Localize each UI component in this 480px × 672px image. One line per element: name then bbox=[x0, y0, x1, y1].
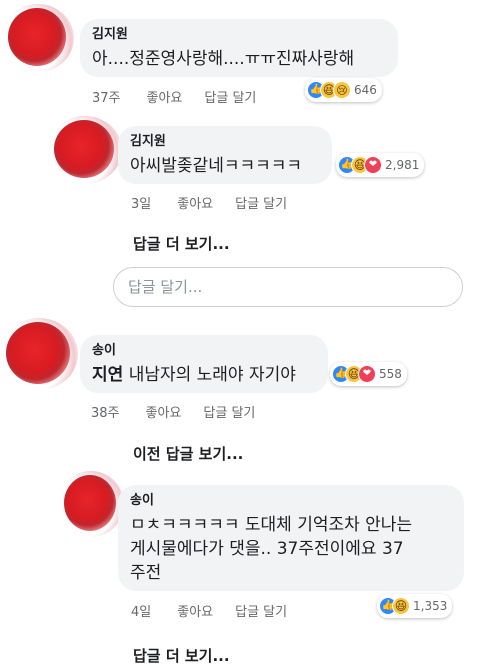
reaction-summary[interactable]: 👍 😆 ❤ 558 bbox=[330, 362, 407, 386]
reaction-count: 2,981 bbox=[385, 158, 420, 172]
like-button[interactable]: 좋아요 bbox=[147, 87, 183, 106]
comment-timestamp[interactable]: 4일 bbox=[131, 601, 151, 620]
comment-text: 지연 내남자의 노래야 자기야 bbox=[92, 363, 316, 387]
comment-author[interactable]: 김지원 bbox=[92, 27, 386, 43]
avatar[interactable] bbox=[58, 471, 124, 537]
comment-timestamp[interactable]: 3일 bbox=[131, 193, 151, 212]
love-reaction-icon: ❤ bbox=[358, 365, 376, 383]
sad-reaction-icon: 😢 bbox=[333, 81, 351, 99]
comment-text-body: 내남자의 노래야 자기야 bbox=[128, 365, 296, 385]
reaction-summary[interactable]: 👍 😆 1,353 bbox=[377, 594, 453, 618]
comment-text: 아씨발좆같네ㅋㅋㅋㅋㅋ bbox=[130, 156, 303, 176]
reaction-count: 558 bbox=[379, 367, 402, 381]
reply-button[interactable]: 답글 달기 bbox=[235, 193, 287, 212]
comment-actions: 3일 좋아요 답글 달기 bbox=[131, 193, 309, 212]
reply-button[interactable]: 답글 달기 bbox=[235, 601, 287, 620]
comment-timestamp[interactable]: 38주 bbox=[91, 402, 120, 421]
comment-bubble: 김지원 아....정준영사랑해....ㅠㅠ진짜사랑해 bbox=[80, 19, 398, 77]
comment-timestamp[interactable]: 37주 bbox=[92, 87, 121, 106]
reply-button[interactable]: 답글 달기 bbox=[203, 402, 255, 421]
like-button[interactable]: 좋아요 bbox=[177, 601, 213, 620]
avatar[interactable] bbox=[0, 318, 78, 390]
view-more-replies-link[interactable]: 답글 더 보기... bbox=[133, 645, 230, 666]
love-reaction-icon: ❤ bbox=[364, 156, 382, 174]
comment-actions: 4일 좋아요 답글 달기 bbox=[131, 601, 309, 620]
comment-text: 아....정준영사랑해....ㅠㅠ진짜사랑해 bbox=[92, 49, 355, 69]
comment-author[interactable]: 김지원 bbox=[130, 134, 320, 150]
comment-text-line: ㅁㅊㅋㅋㅋㅋㅋ 도대체 기억조차 안나는 bbox=[130, 515, 413, 535]
comment-text: ㅁㅊㅋㅋㅋㅋㅋ 도대체 기억조차 안나는 게시물에다가 댓을.. 37주전이에요… bbox=[130, 513, 452, 585]
comment-actions: 38주 좋아요 답글 달기 bbox=[91, 402, 277, 421]
like-button[interactable]: 좋아요 bbox=[146, 402, 182, 421]
reply-input[interactable]: 답글 달기... bbox=[113, 267, 463, 307]
reaction-count: 646 bbox=[354, 83, 377, 97]
view-previous-replies-link[interactable]: 이전 답글 보기... bbox=[133, 443, 243, 464]
comment-actions: 37주 좋아요 답글 달기 bbox=[92, 87, 278, 106]
comment-text-line: 주전 bbox=[130, 563, 162, 583]
comment-text-line: 게시물에다가 댓을.. 37주전이에요 37 bbox=[130, 539, 404, 559]
reaction-summary[interactable]: 👍 😆 😢 646 bbox=[305, 78, 382, 102]
haha-reaction-icon: 😆 bbox=[392, 597, 410, 615]
avatar[interactable] bbox=[2, 4, 74, 72]
reaction-summary[interactable]: 👍 😆 ❤ 2,981 bbox=[336, 153, 425, 177]
tagged-user[interactable]: 지연 bbox=[92, 365, 123, 385]
comment-bubble: 송이 지연 내남자의 노래야 자기야 bbox=[80, 335, 328, 393]
comment-author[interactable]: 송이 bbox=[92, 343, 316, 359]
comment-bubble: 송이 ㅁㅊㅋㅋㅋㅋㅋ 도대체 기억조차 안나는 게시물에다가 댓을.. 37주전… bbox=[118, 485, 464, 591]
like-button[interactable]: 좋아요 bbox=[177, 193, 213, 212]
avatar[interactable] bbox=[48, 116, 122, 184]
reaction-count: 1,353 bbox=[413, 599, 448, 613]
view-more-replies-link[interactable]: 답글 더 보기... bbox=[133, 233, 230, 254]
comment-bubble: 김지원 아씨발좆같네ㅋㅋㅋㅋㅋ bbox=[118, 126, 332, 184]
reply-button[interactable]: 답글 달기 bbox=[204, 87, 256, 106]
comment-author[interactable]: 송이 bbox=[130, 493, 452, 509]
